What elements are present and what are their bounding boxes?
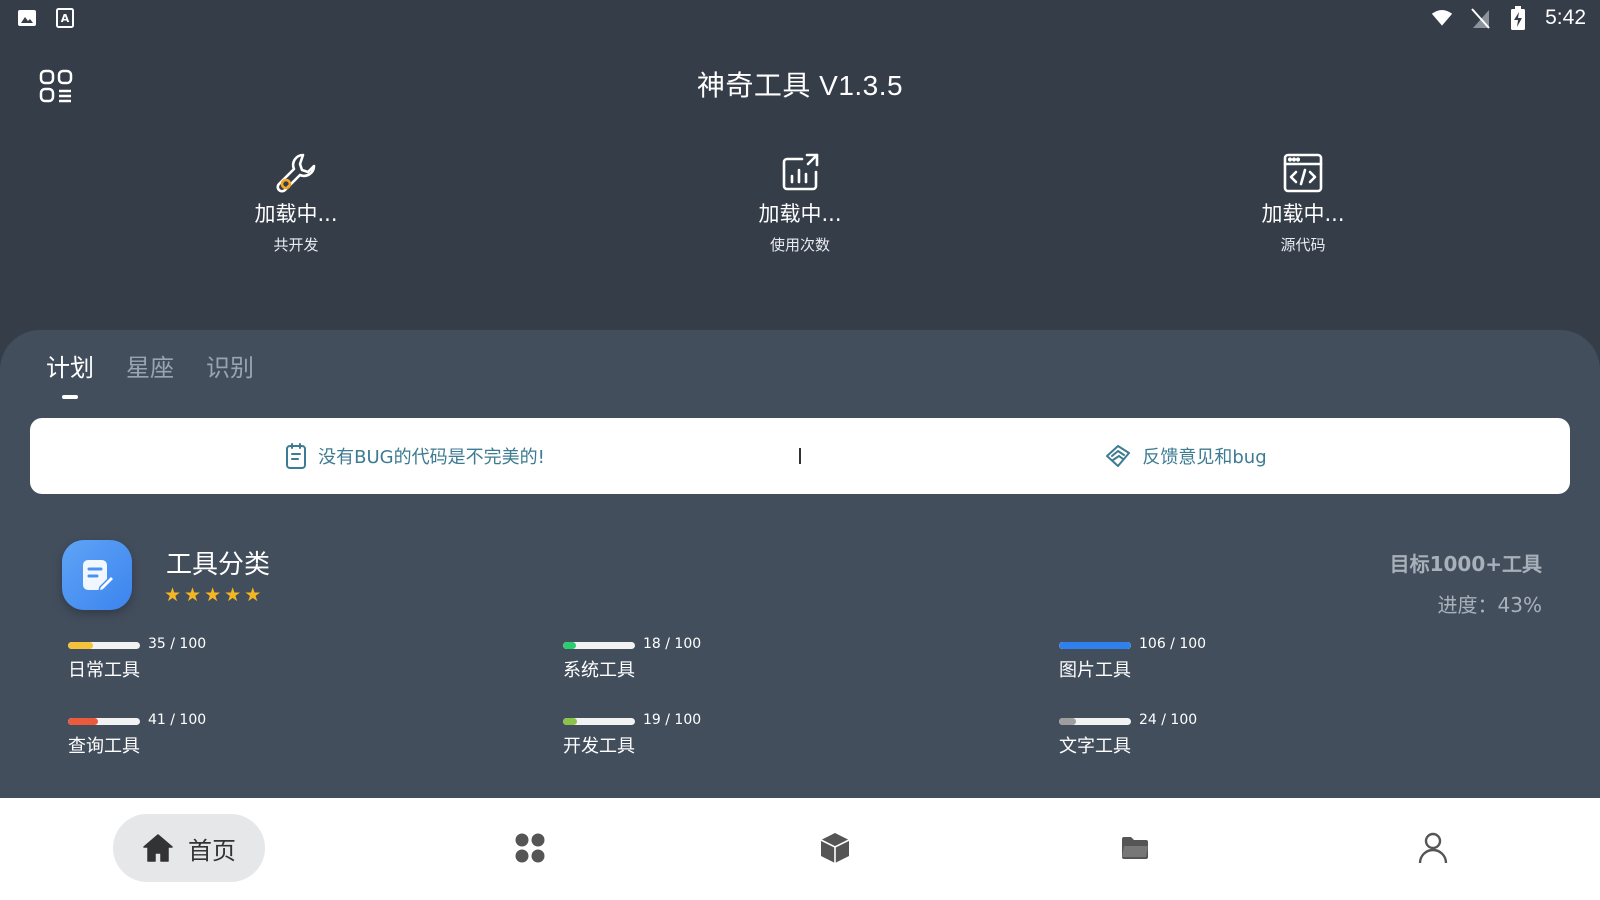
cube-icon — [820, 833, 850, 863]
feedback-link[interactable]: 反馈意见和bug — [801, 418, 1570, 494]
progress-bar — [1059, 642, 1131, 649]
category-title: 工具分类 — [166, 550, 271, 580]
person-icon — [1418, 832, 1448, 864]
tool-item-image[interactable]: 106 / 100 图片工具 — [1059, 636, 1359, 686]
progress-bar — [563, 718, 635, 725]
tool-item-dev[interactable]: 19 / 100 开发工具 — [563, 712, 863, 762]
code-window-icon — [1280, 150, 1326, 196]
app-title: 神奇工具 V1.3.5 — [696, 70, 904, 101]
tool-count: 19 / 100 — [643, 712, 702, 728]
stat-label: 源代码 — [1280, 236, 1326, 254]
tool-item-system[interactable]: 18 / 100 系统工具 — [563, 636, 863, 686]
stat-label: 共开发 — [273, 236, 319, 254]
document-edit-icon — [83, 560, 116, 593]
apps-icon — [515, 833, 545, 863]
nav-home-label: 首页 — [188, 836, 236, 865]
goal-title: 目标1000+工具 — [1389, 552, 1542, 576]
progress-bar — [1059, 718, 1131, 725]
progress-fill — [1059, 718, 1077, 725]
status-right: 5:42 — [1431, 6, 1586, 30]
goal-block: 目标1000+工具 进度：43% — [1390, 548, 1542, 618]
no-sim-icon — [1469, 7, 1491, 29]
category-header: 工具分类 ★ ★ ★ ★ ★ 目标1000+工具 进度：43% — [62, 540, 1542, 620]
nav-cube[interactable] — [805, 814, 865, 882]
notice-motto[interactable]: 没有BUG的代码是不完美的! — [30, 418, 799, 494]
a-keyboard-icon: A — [54, 7, 76, 29]
status-left: A — [16, 7, 76, 29]
nav-home[interactable]: 首页 — [113, 814, 265, 882]
battery-charging-icon — [1507, 6, 1529, 30]
tool-name: 开发工具 — [563, 736, 635, 757]
progress-fill — [563, 718, 577, 725]
status-bar: A 5:42 — [0, 0, 1600, 36]
image-icon — [16, 7, 38, 29]
notepad-icon — [286, 443, 307, 469]
nav-profile[interactable] — [1403, 814, 1463, 882]
chart-share-icon — [777, 150, 823, 196]
tool-count: 41 / 100 — [148, 712, 207, 728]
stat-developed[interactable]: 加载中... 共开发 — [206, 150, 386, 255]
goal-progress: 进度：43% — [1437, 593, 1542, 617]
wrench-icon — [273, 150, 319, 196]
star-icon: ★ — [184, 584, 202, 606]
tab-bar: 计划 星座 识别 — [46, 348, 254, 399]
tool-count: 106 / 100 — [1139, 636, 1207, 652]
rating-stars: ★ ★ ★ ★ ★ — [164, 586, 261, 605]
stat-value: 加载中... — [1261, 202, 1345, 226]
progress-fill — [563, 642, 576, 649]
progress-fill — [68, 718, 98, 725]
tool-name: 系统工具 — [563, 660, 635, 681]
feedback-text: 反馈意见和bug — [1142, 447, 1267, 468]
progress-fill — [1059, 642, 1131, 649]
folder-icon — [1122, 837, 1148, 859]
tool-item-query[interactable]: 41 / 100 查询工具 — [68, 712, 368, 762]
nav-folder[interactable] — [1105, 814, 1165, 882]
tool-name: 查询工具 — [68, 736, 140, 757]
stat-source[interactable]: 加载中... 源代码 — [1213, 150, 1393, 255]
notice-card: 没有BUG的代码是不完美的! 反馈意见和bug — [30, 418, 1570, 494]
tab-constellation[interactable]: 星座 — [126, 348, 174, 399]
tab-recognize[interactable]: 识别 — [206, 348, 254, 399]
tool-count: 18 / 100 — [643, 636, 702, 652]
tool-item-daily[interactable]: 35 / 100 日常工具 — [68, 636, 368, 686]
category-icon — [62, 540, 132, 610]
progress-bar — [68, 718, 140, 725]
tool-name: 文字工具 — [1059, 736, 1131, 757]
bottom-nav: 首页 — [0, 798, 1600, 900]
progress-fill — [68, 642, 94, 649]
tool-name: 日常工具 — [68, 660, 140, 681]
stat-value: 加载中... — [758, 202, 842, 226]
stat-label: 使用次数 — [769, 236, 830, 254]
app-bar: 神奇工具 V1.3.5 — [0, 56, 1600, 116]
tool-item-text[interactable]: 24 / 100 文字工具 — [1059, 712, 1359, 762]
star-icon: ★ — [204, 584, 222, 606]
star-icon: ★ — [164, 584, 182, 606]
stat-usage[interactable]: 加载中... 使用次数 — [710, 150, 890, 255]
progress-bar — [563, 642, 635, 649]
stats-row: 加载中... 共开发 加载中... 使用次数 加载中... 源代码 — [0, 150, 1600, 270]
star-icon: ★ — [224, 584, 242, 606]
tool-count: 35 / 100 — [148, 636, 207, 652]
nav-apps[interactable] — [500, 814, 560, 882]
notice-motto-text: 没有BUG的代码是不完美的! — [318, 447, 545, 468]
wifi-icon — [1431, 7, 1453, 29]
home-icon — [143, 834, 173, 862]
tab-plan[interactable]: 计划 — [46, 348, 94, 399]
main-panel: 计划 星座 识别 没有BUG的代码是不完美的! 反馈意见和bug 工具分类 ★ … — [0, 330, 1600, 800]
tool-name: 图片工具 — [1059, 660, 1131, 681]
progress-bar — [68, 642, 140, 649]
feedback-icon — [1106, 445, 1131, 467]
tool-count: 24 / 100 — [1139, 712, 1198, 728]
stat-value: 加载中... — [254, 202, 338, 226]
status-time: 5:42 — [1545, 6, 1586, 29]
svg-text:A: A — [61, 12, 70, 25]
star-icon: ★ — [244, 584, 262, 606]
